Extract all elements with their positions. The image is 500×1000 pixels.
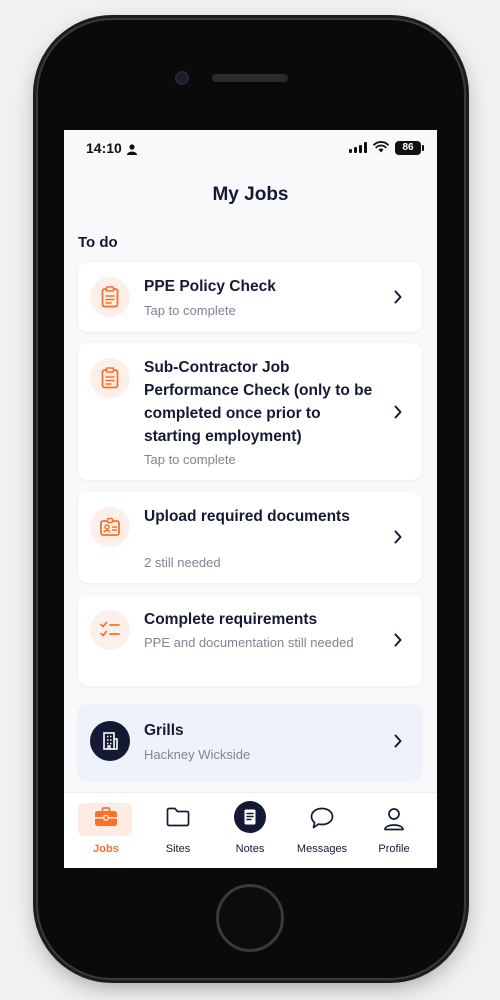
chevron-right-icon [394, 633, 402, 652]
task-subtitle: Tap to complete [144, 452, 236, 467]
chat-bubble-icon [310, 807, 334, 834]
tab-jobs[interactable]: Jobs [76, 793, 136, 868]
tab-profile[interactable]: Profile [364, 793, 424, 868]
home-button[interactable] [216, 884, 284, 952]
task-title: PPE Policy Check [144, 278, 276, 295]
tab-label: Notes [235, 843, 265, 855]
earpiece-speaker [212, 74, 288, 82]
page-title: My Jobs [212, 184, 289, 205]
folder-icon [166, 807, 190, 832]
task-card-upload-documents[interactable]: Upload required documents 2 still needed [78, 492, 422, 583]
task-card-subcontractor-check[interactable]: Sub-Contractor Job Performance Check (on… [78, 343, 422, 480]
building-icon [90, 721, 130, 761]
clipboard-icon [90, 358, 130, 398]
job-card-grills[interactable]: Grills Hackney Wickside [78, 704, 422, 779]
tab-label: Messages [296, 843, 348, 855]
task-subtitle: PPE and documentation still needed [144, 635, 354, 650]
chevron-right-icon [394, 405, 402, 424]
task-card-complete-requirements[interactable]: Complete requirements PPE and documentat… [78, 595, 422, 686]
tab-label: Jobs [93, 843, 119, 855]
task-subtitle: 2 still needed [144, 555, 221, 570]
section-heading-todo: To do [78, 234, 118, 251]
task-title: Sub-Contractor Job Performance Check (on… [144, 359, 373, 445]
app-screen: 14:10 86 My Jobs To do PPE Policy Check … [64, 130, 437, 868]
tab-label: Sites [165, 843, 191, 855]
briefcase-icon [94, 807, 118, 832]
person-icon [383, 807, 405, 836]
status-time: 14:10 [86, 140, 122, 156]
chevron-right-icon [394, 530, 402, 549]
signal-icon [349, 142, 367, 153]
tab-messages[interactable]: Messages [292, 793, 352, 868]
tab-label: Profile [378, 843, 410, 855]
chevron-right-icon [394, 290, 402, 309]
person-icon [127, 142, 137, 160]
battery-indicator: 86 [395, 141, 424, 155]
front-camera [175, 71, 189, 85]
chevron-right-icon [394, 734, 402, 753]
task-subtitle: Tap to complete [144, 303, 236, 318]
notes-icon [234, 801, 266, 838]
tab-notes[interactable]: Notes [220, 793, 280, 868]
job-location: Hackney Wickside [144, 747, 251, 762]
clipboard-icon [90, 277, 130, 317]
job-title: Grills [144, 722, 184, 739]
id-badge-icon [90, 507, 130, 547]
task-title: Complete requirements [144, 611, 318, 628]
bottom-tab-bar: Jobs Sites Notes Messages Profile [64, 792, 437, 868]
task-card-ppe-policy[interactable]: PPE Policy Check Tap to complete [78, 262, 422, 332]
checklist-icon [90, 610, 130, 650]
wifi-icon [373, 140, 389, 158]
tab-sites[interactable]: Sites [148, 793, 208, 868]
task-title: Upload required documents [144, 508, 350, 525]
status-bar: 14:10 86 [64, 130, 437, 166]
